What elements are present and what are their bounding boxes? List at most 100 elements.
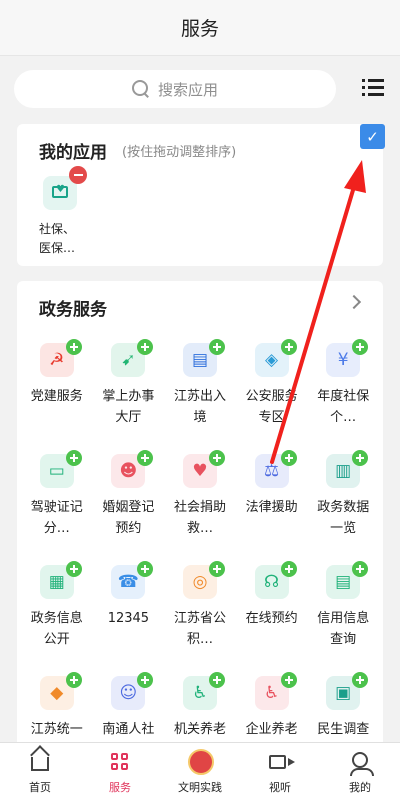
gov-service-item[interactable]: ♥ 社会捐助救…	[164, 450, 236, 561]
chevron-right-icon[interactable]	[346, 294, 362, 310]
gov-service-label: 民生调查	[317, 722, 370, 737]
add-badge-icon[interactable]	[208, 450, 225, 466]
gov-service-label: 政务数据一览	[317, 500, 370, 536]
donation-heart-icon: ♥	[182, 450, 225, 488]
gov-service-label: 在线预约	[245, 611, 298, 626]
gov-service-label: 信用信息查询	[317, 611, 370, 647]
person-icon	[348, 751, 374, 776]
gov-services-title: 政务服务	[39, 300, 107, 320]
add-badge-icon[interactable]	[65, 450, 82, 466]
tab-civilization[interactable]: 文明实践	[160, 743, 240, 800]
edit-done-check-icon[interactable]: ✓	[360, 124, 385, 149]
credit-doc-icon: ▤	[326, 561, 369, 599]
search-input[interactable]: 搜索应用	[14, 70, 336, 108]
gov-service-label: 党建服务	[30, 389, 83, 404]
gov-service-label: 法律援助	[245, 500, 298, 515]
my-app-label: 社保、医保…	[39, 222, 76, 255]
people-icon: ☺	[111, 672, 154, 710]
gov-services-grid: ☭ 党建服务 ➹ 掌上办事大厅 ▤ 江苏出入境 ◈ 公安服务专区 ¥ 年度社保个… ▭ 驾驶证记分… ☻…	[21, 339, 379, 783]
passport-icon: ▤	[182, 339, 225, 377]
gov-service-label: 公安服务专区	[245, 389, 298, 425]
tab-video[interactable]: 视听	[240, 743, 320, 800]
gov-service-label: 掌上办事大厅	[102, 389, 155, 425]
search-row: 搜索应用	[14, 70, 386, 108]
list-menu-icon[interactable]	[362, 79, 384, 97]
tab-label: 我的	[349, 781, 371, 794]
survey-icon: ▣	[326, 672, 369, 710]
gov-service-label: 12345	[107, 611, 150, 626]
video-camera-icon	[268, 751, 295, 773]
tab-profile[interactable]: 我的	[320, 743, 400, 800]
gov-service-item[interactable]: ¥ 年度社保个…	[307, 339, 379, 450]
police-badge-icon: ◈	[254, 339, 297, 377]
gov-service-item[interactable]: ▤ 信用信息查询	[307, 561, 379, 672]
gov-service-item[interactable]: ▥ 政务数据一览	[307, 450, 379, 561]
tab-home[interactable]: 首页	[0, 743, 80, 800]
add-badge-icon[interactable]	[137, 450, 154, 466]
add-badge-icon[interactable]	[352, 450, 369, 466]
add-badge-icon[interactable]	[280, 561, 297, 577]
my-apps-hint: (按住拖动调整排序)	[122, 145, 237, 160]
add-badge-icon[interactable]	[208, 339, 225, 355]
gov-service-label: 江苏省公积…	[173, 611, 226, 647]
couple-icon: ☻	[111, 450, 154, 488]
gov-service-item[interactable]: ☻ 婚姻登记预约	[93, 450, 165, 561]
search-placeholder: 搜索应用	[157, 80, 218, 99]
bar-chart-icon: ▥	[326, 450, 369, 488]
hotline-icon: ☎	[111, 561, 154, 599]
license-card-icon: ▭	[39, 450, 82, 488]
gov-service-item[interactable]: ☭ 党建服务	[21, 339, 93, 450]
page-header: 服务	[0, 0, 400, 56]
gavel-icon: ⚖	[254, 450, 297, 488]
gov-service-label: 年度社保个…	[317, 389, 370, 425]
tab-label: 文明实践	[178, 781, 222, 794]
my-apps-title: 我的应用	[39, 143, 107, 163]
remove-badge-icon[interactable]	[69, 166, 87, 184]
add-badge-icon[interactable]	[280, 672, 297, 688]
civilization-emblem-icon	[188, 749, 214, 775]
gov-service-label: 驾驶证记分…	[30, 500, 83, 536]
add-badge-icon[interactable]	[208, 561, 225, 577]
add-badge-icon[interactable]	[352, 339, 369, 355]
add-badge-icon[interactable]	[137, 561, 154, 577]
gov-service-item[interactable]: ◈ 公安服务专区	[236, 339, 308, 450]
add-badge-icon[interactable]	[137, 672, 154, 688]
gov-service-label: 婚姻登记预约	[102, 500, 155, 536]
bottom-tab-bar: 首页 服务 文明实践 视听 我的	[0, 742, 400, 800]
gov-service-item[interactable]: ➹ 掌上办事大厅	[93, 339, 165, 450]
headset-icon: ☊	[254, 561, 297, 599]
add-badge-icon[interactable]	[65, 561, 82, 577]
gov-service-item[interactable]: ▤ 江苏出入境	[164, 339, 236, 450]
gov-service-item[interactable]: ▦ 政务信息公开	[21, 561, 93, 672]
add-badge-icon[interactable]	[208, 672, 225, 688]
grid-icon	[108, 751, 132, 773]
agent-icon: ◆	[39, 672, 82, 710]
elder-care-icon: ♿	[254, 672, 297, 710]
add-badge-icon[interactable]	[65, 672, 82, 688]
add-badge-icon[interactable]	[352, 561, 369, 577]
coins-icon: ◎	[182, 561, 225, 599]
gov-services-card: 政务服务 ☭ 党建服务 ➹ 掌上办事大厅 ▤ 江苏出入境 ◈ 公安服务专区 ¥ 年度社保个… ▭ 驾驶…	[17, 281, 383, 758]
info-doc-icon: ▦	[39, 561, 82, 599]
add-badge-icon[interactable]	[280, 339, 297, 355]
tab-label: 首页	[29, 781, 51, 794]
gov-service-item[interactable]: ⚖ 法律援助	[236, 450, 308, 561]
gov-service-item[interactable]: ◎ 江苏省公积…	[164, 561, 236, 672]
add-badge-icon[interactable]	[280, 450, 297, 466]
add-badge-icon[interactable]	[65, 339, 82, 355]
add-badge-icon[interactable]	[352, 672, 369, 688]
tab-label: 视听	[269, 781, 291, 794]
gov-service-item[interactable]: ☎ 12345	[93, 561, 165, 672]
add-badge-icon[interactable]	[137, 339, 154, 355]
page-title: 服务	[180, 18, 219, 40]
gov-service-item[interactable]: ▭ 驾驶证记分…	[21, 450, 93, 561]
gov-service-label: 江苏出入境	[173, 389, 226, 425]
gov-service-label: 社会捐助救…	[173, 500, 226, 536]
compass-icon: ➹	[111, 339, 154, 377]
tab-label: 服务	[109, 781, 131, 794]
my-app-item[interactable]: 社保、医保…	[39, 166, 99, 258]
elder-icon: ♿	[182, 672, 225, 710]
gov-service-item[interactable]: ☊ 在线预约	[236, 561, 308, 672]
party-flag-icon: ☭	[39, 339, 82, 377]
tab-services[interactable]: 服务	[80, 743, 160, 800]
